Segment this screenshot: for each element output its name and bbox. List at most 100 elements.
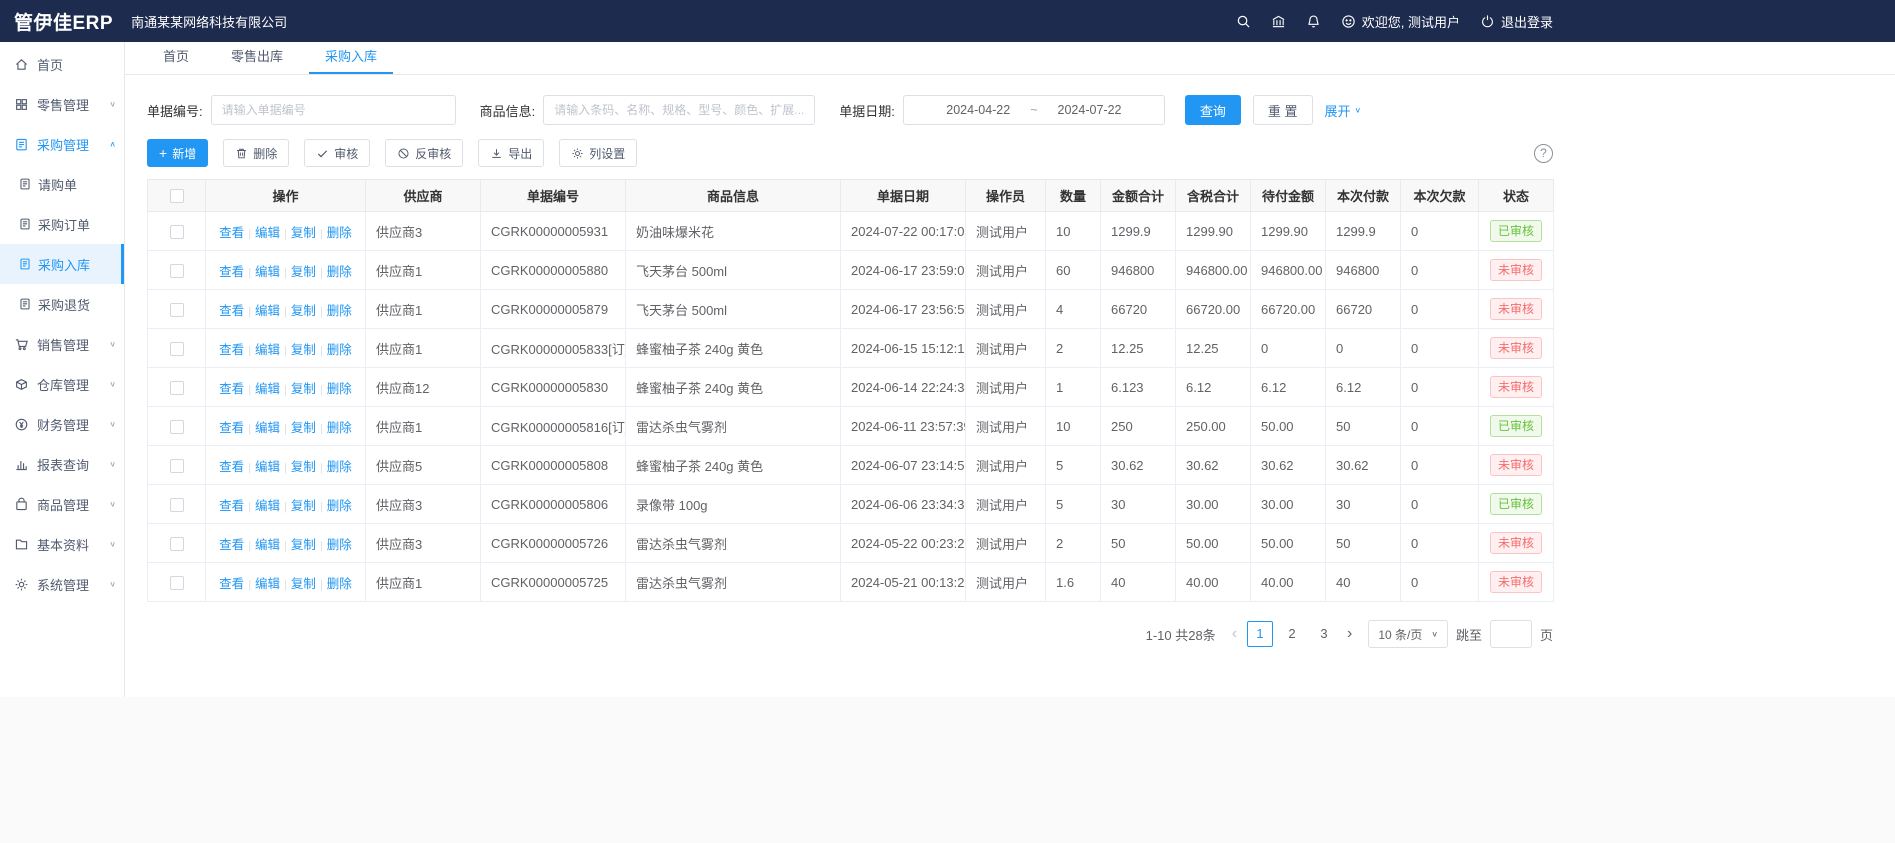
row-action-delete[interactable]: 删除 [327, 382, 352, 396]
bank-icon[interactable] [1271, 14, 1286, 29]
row-action-copy[interactable]: 复制 [291, 304, 316, 318]
sidebar-item-purchase-order[interactable]: 采购订单 [0, 204, 124, 244]
product-info-input[interactable] [543, 95, 815, 125]
jump-input[interactable] [1490, 620, 1532, 648]
row-action-view[interactable]: 查看 [219, 304, 244, 318]
row-checkbox[interactable] [170, 303, 184, 317]
row-action-view[interactable]: 查看 [219, 421, 244, 435]
row-checkbox[interactable] [170, 459, 184, 473]
row-action-delete[interactable]: 删除 [327, 343, 352, 357]
row-action-view[interactable]: 查看 [219, 226, 244, 240]
date-range-picker[interactable]: 2024-04-22 ~ 2024-07-22 [903, 95, 1165, 125]
row-action-view[interactable]: 查看 [219, 265, 244, 279]
sidebar-item-retail[interactable]: 零售管理∨ [0, 84, 124, 124]
row-action-copy[interactable]: 复制 [291, 538, 316, 552]
sidebar-item-goods[interactable]: 商品管理∨ [0, 484, 124, 524]
row-action-edit[interactable]: 编辑 [255, 499, 280, 513]
row-action-copy[interactable]: 复制 [291, 382, 316, 396]
cell-qty: 5 [1046, 485, 1101, 524]
tab-home[interactable]: 首页 [147, 41, 205, 74]
row-checkbox[interactable] [170, 342, 184, 356]
next-page-icon[interactable]: › [1345, 625, 1354, 643]
row-action-view[interactable]: 查看 [219, 343, 244, 357]
logout-button[interactable]: 退出登录 [1480, 12, 1553, 31]
export-button[interactable]: 导出 [478, 139, 544, 167]
select-all-checkbox[interactable] [170, 189, 184, 203]
row-action-view[interactable]: 查看 [219, 382, 244, 396]
row-action-copy[interactable]: 复制 [291, 421, 316, 435]
row-action-edit[interactable]: 编辑 [255, 460, 280, 474]
bell-icon[interactable] [1306, 14, 1321, 29]
row-action-edit[interactable]: 编辑 [255, 304, 280, 318]
user-menu[interactable]: 欢迎您, 测试用户 [1341, 12, 1460, 31]
search-button[interactable]: 查询 [1185, 95, 1241, 125]
date-to-value[interactable]: 2024-07-22 [1058, 103, 1122, 117]
row-checkbox[interactable] [170, 537, 184, 551]
row-action-copy[interactable]: 复制 [291, 499, 316, 513]
row-checkbox[interactable] [170, 420, 184, 434]
row-action-view[interactable]: 查看 [219, 499, 244, 513]
page-2[interactable]: 2 [1279, 621, 1305, 647]
row-action-copy[interactable]: 复制 [291, 265, 316, 279]
row-action-edit[interactable]: 编辑 [255, 421, 280, 435]
row-action-delete[interactable]: 删除 [327, 499, 352, 513]
sidebar-item-purchase-return[interactable]: 采购退货 [0, 284, 124, 324]
row-checkbox[interactable] [170, 576, 184, 590]
date-from-value[interactable]: 2024-04-22 [946, 103, 1010, 117]
sidebar-item-purchase-request[interactable]: 请购单 [0, 164, 124, 204]
column-settings-button[interactable]: 列设置 [559, 139, 637, 167]
sidebar-item-warehouse[interactable]: 仓库管理∨ [0, 364, 124, 404]
tab-purchase-inbound[interactable]: 采购入库 [309, 41, 393, 74]
sidebar-item-finance[interactable]: 财务管理∨ [0, 404, 124, 444]
tab-retail-outbound[interactable]: 零售出库 [215, 41, 299, 74]
row-action-edit[interactable]: 编辑 [255, 538, 280, 552]
row-action-edit[interactable]: 编辑 [255, 226, 280, 240]
reset-button[interactable]: 重 置 [1253, 95, 1313, 125]
sidebar-item-basic[interactable]: 基本资料∨ [0, 524, 124, 564]
row-action-delete[interactable]: 删除 [327, 226, 352, 240]
add-button[interactable]: + 新增 [147, 139, 208, 167]
row-checkbox-cell [148, 368, 206, 407]
row-action-delete[interactable]: 删除 [327, 421, 352, 435]
row-action-copy[interactable]: 复制 [291, 226, 316, 240]
expand-link[interactable]: 展开 ∨ [1325, 101, 1362, 120]
row-checkbox[interactable] [170, 264, 184, 278]
help-icon[interactable]: ? [1534, 144, 1553, 163]
row-action-delete[interactable]: 删除 [327, 304, 352, 318]
row-action-copy[interactable]: 复制 [291, 460, 316, 474]
sidebar-item-purchase[interactable]: 采购管理∧ [0, 124, 124, 164]
sidebar-item-home[interactable]: 首页 [0, 44, 124, 84]
row-action-edit[interactable]: 编辑 [255, 577, 280, 591]
row-action-delete[interactable]: 删除 [327, 265, 352, 279]
gear-icon [571, 147, 584, 160]
row-action-copy[interactable]: 复制 [291, 343, 316, 357]
row-checkbox[interactable] [170, 498, 184, 512]
row-action-delete[interactable]: 删除 [327, 577, 352, 591]
row-checkbox[interactable] [170, 381, 184, 395]
audit-button[interactable]: 审核 [304, 139, 370, 167]
row-action-edit[interactable]: 编辑 [255, 343, 280, 357]
search-icon[interactable] [1236, 14, 1251, 29]
sidebar-item-sales[interactable]: 销售管理∨ [0, 324, 124, 364]
row-checkbox[interactable] [170, 225, 184, 239]
row-action-edit[interactable]: 编辑 [255, 382, 280, 396]
row-action-view[interactable]: 查看 [219, 460, 244, 474]
row-action-view[interactable]: 查看 [219, 538, 244, 552]
page-size-select[interactable]: 10 条/页 ∨ [1368, 620, 1448, 648]
bill-no-input[interactable] [211, 95, 456, 125]
unaudit-button[interactable]: 反审核 [385, 139, 463, 167]
row-action-edit[interactable]: 编辑 [255, 265, 280, 279]
prev-page-icon[interactable]: ‹ [1230, 625, 1239, 643]
delete-button[interactable]: 删除 [223, 139, 289, 167]
page-3[interactable]: 3 [1311, 621, 1337, 647]
cell-supplier: 供应商3 [366, 212, 481, 251]
sidebar-item-purchase-inbound[interactable]: 采购入库 [0, 244, 124, 284]
row-action-copy[interactable]: 复制 [291, 577, 316, 591]
sidebar-item-report[interactable]: 报表查询∨ [0, 444, 124, 484]
sidebar-item-system[interactable]: 系统管理∨ [0, 564, 124, 604]
cell-amount: 30 [1101, 485, 1176, 524]
row-action-delete[interactable]: 删除 [327, 460, 352, 474]
row-action-view[interactable]: 查看 [219, 577, 244, 591]
row-action-delete[interactable]: 删除 [327, 538, 352, 552]
page-1[interactable]: 1 [1247, 621, 1273, 647]
